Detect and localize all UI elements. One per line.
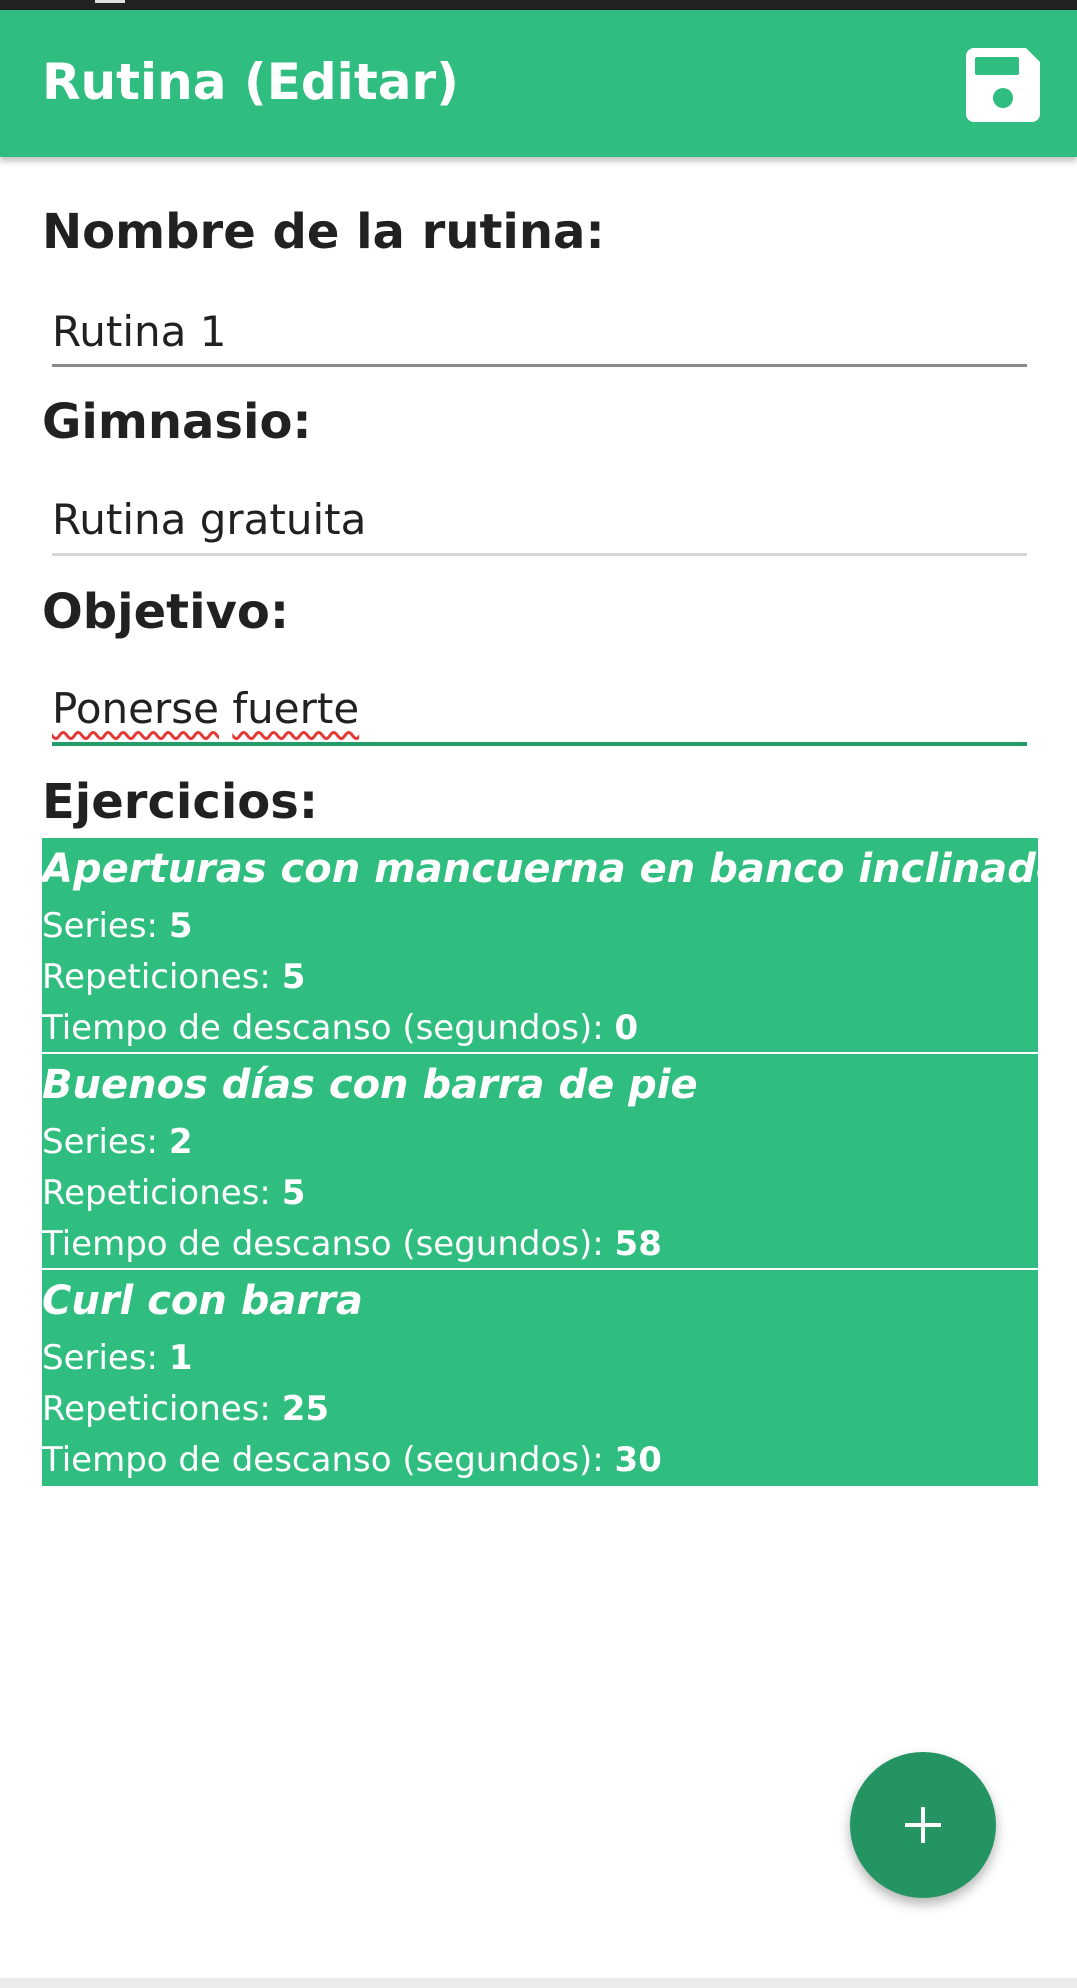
exercise-reps: Repeticiones: 5 [42, 1173, 305, 1213]
goal-underline [52, 742, 1027, 746]
series-value: 1 [168, 1338, 193, 1378]
goal-word: Ponerse [52, 684, 219, 733]
reps-value: 25 [281, 1389, 330, 1429]
exercise-rest: Tiempo de descanso (segundos): 58 [42, 1224, 662, 1264]
page-title: Rutina (Editar) [42, 53, 459, 111]
rest-value: 0 [614, 1008, 639, 1048]
exercise-rest: Tiempo de descanso (segundos): 30 [42, 1440, 662, 1480]
exercise-list: Aperturas con mancuerna en banco inclina… [42, 838, 1038, 1486]
floppy-disk-icon [966, 48, 1040, 122]
add-exercise-button[interactable] [850, 1752, 996, 1898]
exercise-series: Series: 5 [42, 906, 193, 946]
app-bar: Rutina (Editar) [0, 10, 1077, 157]
series-label: Series: [42, 1338, 169, 1378]
goal-label: Objetivo: [42, 584, 290, 640]
rest-value: 30 [614, 1440, 662, 1480]
routine-name-field[interactable] [52, 296, 1027, 366]
exercise-name: Curl con barra [42, 1278, 363, 1324]
reps-label: Repeticiones: [42, 1389, 282, 1429]
exercise-series: Series: 2 [42, 1122, 193, 1162]
plus-icon [905, 1807, 941, 1843]
series-value: 5 [168, 906, 193, 946]
series-value: 2 [168, 1122, 193, 1162]
navigation-bar [0, 1978, 1077, 1988]
goal-field[interactable]: Ponerse fuerte [52, 674, 1027, 744]
exercise-rest: Tiempo de descanso (segundos): 0 [42, 1008, 638, 1048]
gym-field[interactable] [52, 484, 1027, 554]
exercise-name: Buenos días con barra de pie [42, 1062, 698, 1108]
exercises-label: Ejercicios: [42, 774, 319, 830]
rest-label: Tiempo de descanso (segundos): [42, 1440, 615, 1480]
rest-value: 58 [614, 1224, 662, 1264]
gym-label: Gimnasio: [42, 394, 312, 450]
status-bar [0, 0, 1077, 10]
exercise-name: Aperturas con mancuerna en banco inclina… [42, 846, 1038, 892]
exercise-series: Series: 1 [42, 1338, 193, 1378]
series-label: Series: [42, 1122, 169, 1162]
exercise-item[interactable]: Buenos días con barra de pie Series: 2 R… [42, 1054, 1038, 1270]
exercise-reps: Repeticiones: 5 [42, 957, 305, 997]
routine-name-underline [52, 364, 1027, 367]
goal-word: fuerte [232, 684, 360, 733]
rest-label: Tiempo de descanso (segundos): [42, 1224, 615, 1264]
series-label: Series: [42, 906, 169, 946]
exercise-item[interactable]: Curl con barra Series: 1 Repeticiones: 2… [42, 1270, 1038, 1486]
exercise-item[interactable]: Aperturas con mancuerna en banco inclina… [42, 838, 1038, 1054]
reps-label: Repeticiones: [42, 1173, 282, 1213]
reps-value: 5 [281, 957, 306, 997]
rest-label: Tiempo de descanso (segundos): [42, 1008, 615, 1048]
routine-name-label: Nombre de la rutina: [42, 204, 605, 260]
reps-value: 5 [281, 1173, 306, 1213]
reps-label: Repeticiones: [42, 957, 282, 997]
gym-underline [52, 553, 1027, 556]
status-indicator [95, 0, 125, 3]
exercise-reps: Repeticiones: 25 [42, 1389, 329, 1429]
save-button[interactable] [966, 48, 1040, 122]
